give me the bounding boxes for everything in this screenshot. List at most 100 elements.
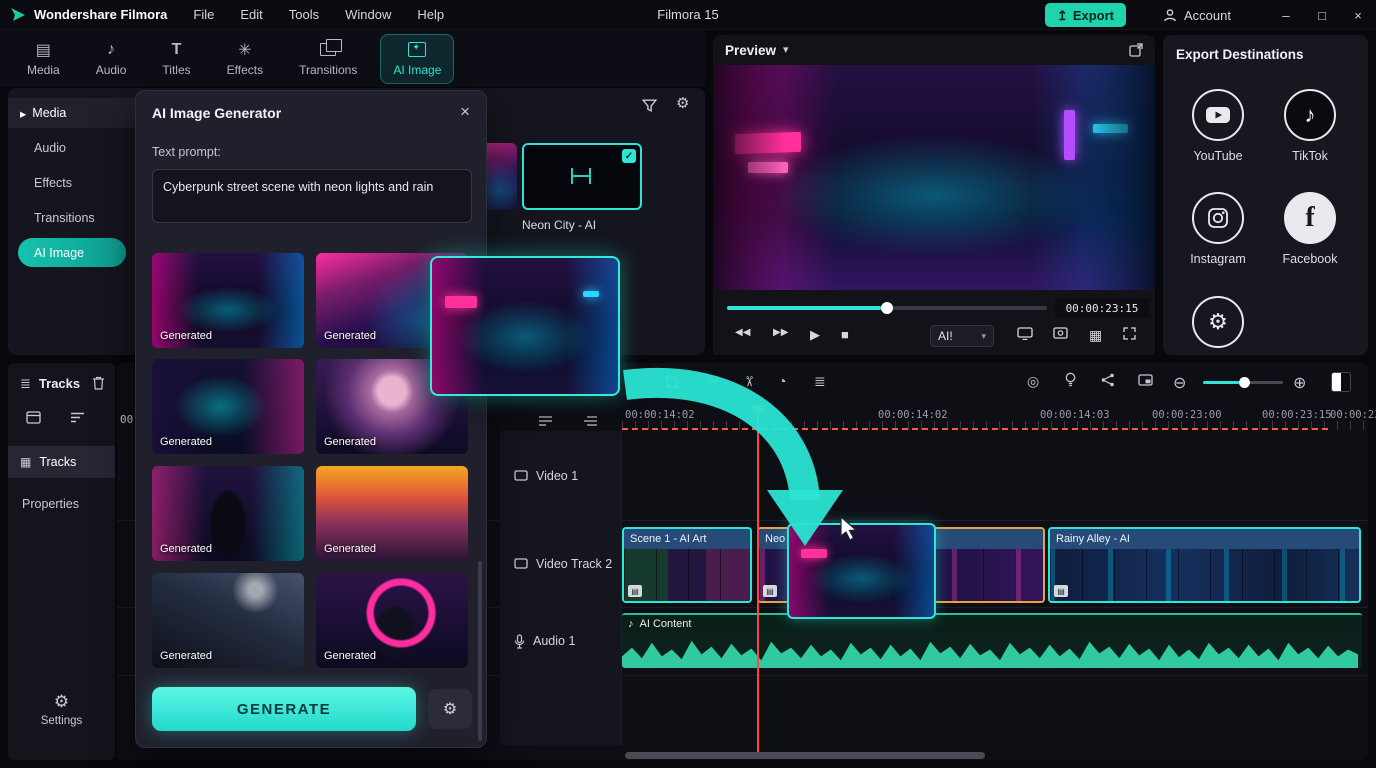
generated-thumbnail[interactable]: Generated — [316, 573, 468, 668]
account-button[interactable]: Account — [1153, 3, 1241, 27]
prompt-label: Text prompt: — [152, 145, 221, 159]
track-options-icon[interactable] — [583, 415, 598, 430]
neon-glyph-icon — [571, 168, 591, 184]
menu-help[interactable]: Help — [417, 7, 444, 22]
keyframe-icon[interactable]: ◎ — [1027, 373, 1039, 390]
seek-bar-fill — [727, 306, 881, 310]
next-frame-button[interactable]: ▶▶ — [773, 327, 788, 338]
grid-view-icon[interactable]: ▦ — [1089, 327, 1102, 344]
add-track-icon[interactable] — [538, 415, 553, 430]
media-type-badge: ▤ — [628, 585, 642, 597]
lightbulb-icon[interactable] — [1064, 372, 1077, 388]
video2-track-header[interactable]: Video Track 2 — [500, 520, 622, 607]
transitions-icon — [320, 39, 343, 59]
generated-thumbnail[interactable]: Generated — [152, 466, 304, 561]
share-nodes-icon[interactable] — [1101, 373, 1115, 387]
pop-out-icon[interactable] — [1129, 43, 1143, 57]
person-icon — [1164, 9, 1176, 22]
tab-effects[interactable]: ✳ Effects — [214, 34, 276, 84]
generated-thumbnail[interactable]: Generated — [316, 466, 468, 561]
menu-file[interactable]: File — [193, 7, 214, 22]
ai-quality-dropdown[interactable]: AI! ▾ — [930, 325, 994, 347]
play-button[interactable]: ▶ — [810, 327, 820, 343]
generated-thumbnail[interactable]: Generated — [152, 359, 304, 454]
clip-scene1[interactable]: Scene 1 - AI Art ▤ — [622, 527, 752, 603]
destination-facebook[interactable]: f Facebook — [1264, 192, 1356, 266]
audio-track-header[interactable]: Audio 1 — [500, 607, 622, 675]
minimize-button[interactable]: – — [1268, 0, 1304, 30]
destination-youtube[interactable]: YouTube — [1172, 89, 1264, 163]
tab-audio[interactable]: ♪ Audio — [83, 34, 140, 84]
clip-ai-content-audio[interactable]: ♪ AI Content — [622, 613, 1362, 668]
audio-waveform — [622, 640, 1358, 668]
settings-button[interactable]: ⚙ Settings — [8, 693, 115, 727]
menu-window[interactable]: Window — [345, 7, 391, 22]
close-window-button[interactable]: × — [1340, 0, 1376, 30]
maximize-button[interactable]: □ — [1304, 0, 1340, 30]
media-bin-icon[interactable] — [26, 411, 41, 424]
media-thumbnail-selected[interactable]: ✓ — [522, 143, 642, 210]
snapshot-icon[interactable] — [1053, 327, 1068, 339]
trim-scissors-icon[interactable]: ✂ — [740, 376, 757, 388]
tab-titles[interactable]: T Titles — [149, 34, 203, 84]
generate-button[interactable]: GENERATE — [152, 687, 416, 731]
generated-thumbnail[interactable]: Generated — [152, 573, 304, 668]
sidebar-item-effects[interactable]: Effects — [8, 168, 135, 198]
tab-transitions[interactable]: Transitions — [286, 34, 370, 84]
video1-track-header[interactable]: Video 1 — [500, 431, 622, 520]
seek-bar[interactable] — [727, 302, 1047, 314]
filmora-app: Wondershare Filmora File Edit Tools Wind… — [0, 0, 1376, 768]
prompt-input[interactable]: Cyberpunk street scene with neon lights … — [152, 169, 472, 223]
sort-icon[interactable] — [70, 411, 85, 424]
sidebar-item-audio[interactable]: Audio — [8, 133, 135, 163]
generator-settings-button[interactable]: ⚙ — [428, 689, 472, 729]
dragged-clip-drop-preview[interactable] — [787, 523, 936, 619]
menu-edit[interactable]: Edit — [240, 7, 262, 22]
playhead[interactable] — [757, 405, 759, 752]
speed-icon[interactable]: ◔ — [778, 373, 786, 389]
crop-icon[interactable] — [665, 375, 679, 389]
thumbnail-checkbox[interactable]: ✓ — [622, 149, 636, 163]
export-button[interactable]: ↥ Export — [1044, 3, 1126, 27]
preview-header[interactable]: Preview ▾ — [725, 43, 789, 58]
media-settings-gear-icon[interactable]: ⚙ — [676, 96, 689, 111]
properties-nav-item[interactable]: Properties — [8, 488, 115, 520]
dragged-generated-image[interactable] — [430, 256, 620, 396]
export-settings-button[interactable]: ⚙ — [1172, 296, 1264, 348]
preview-video-frame[interactable] — [713, 65, 1155, 290]
seek-handle[interactable] — [880, 302, 893, 314]
stop-button[interactable]: ■ — [841, 327, 849, 342]
tracks-nav-item[interactable]: ▦ Tracks — [8, 446, 115, 478]
zoom-slider-knob[interactable] — [1239, 377, 1250, 388]
tab-ai-image[interactable]: ✦ AI Image — [380, 33, 455, 84]
display-monitor-icon[interactable] — [1017, 327, 1033, 340]
track-manager-icon[interactable]: ≣ — [814, 373, 826, 390]
zoom-slider[interactable] — [1203, 377, 1283, 388]
sidebar-item-media[interactable]: ▸ Media — [8, 98, 135, 128]
zoom-out-icon[interactable]: ⊖ — [1173, 373, 1186, 393]
generated-thumbnail[interactable]: Generated — [152, 253, 304, 348]
picture-in-picture-icon[interactable] — [1138, 374, 1153, 386]
trash-icon[interactable] — [92, 376, 105, 390]
fullscreen-icon[interactable] — [1123, 327, 1136, 340]
tab-media[interactable]: ▤ Media — [14, 34, 73, 84]
timeline-horizontal-scrollbar[interactable] — [625, 752, 985, 759]
sidebar-item-transitions[interactable]: Transitions — [8, 203, 135, 233]
destination-tiktok[interactable]: ♪ TikTok — [1264, 89, 1356, 163]
previous-frame-button[interactable]: ◀◀ — [735, 327, 750, 338]
playhead-handle[interactable] — [751, 405, 764, 415]
dialog-scrollbar[interactable] — [478, 561, 482, 741]
clip-rainy-alley[interactable]: Rainy Alley - AI ▤ — [1048, 527, 1361, 603]
media-thumbnail-label: Neon City - AI — [522, 218, 597, 232]
ai-image-generator-dialog: AI Image Generator × Text prompt: Cyberp… — [135, 90, 487, 748]
close-icon[interactable]: × — [460, 102, 470, 122]
fit-timeline-icon[interactable] — [1331, 372, 1351, 392]
zoom-in-icon[interactable]: ⊕ — [1293, 373, 1306, 393]
facebook-icon: f — [1284, 192, 1336, 244]
sidebar-item-ai-image[interactable]: AI Image — [18, 238, 126, 267]
menu-tools[interactable]: Tools — [289, 7, 319, 22]
microphone-icon — [514, 633, 525, 649]
filter-icon[interactable] — [642, 98, 657, 113]
split-scissors-icon[interactable]: ✂ — [708, 373, 720, 390]
destination-instagram[interactable]: Instagram — [1172, 192, 1264, 266]
